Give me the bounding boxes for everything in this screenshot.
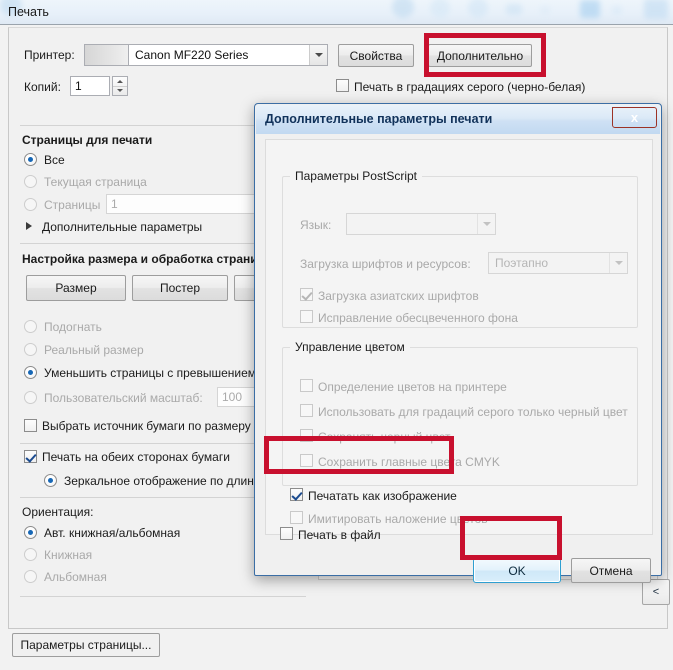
- orientation-landscape-radio[interactable]: [24, 570, 37, 583]
- size-button[interactable]: Размер: [26, 275, 126, 301]
- font-download-label: Загрузка шрифтов и ресурсов:: [300, 257, 471, 271]
- printer-color-label: Определение цветов на принтере: [318, 380, 507, 394]
- asian-fonts-label: Загрузка азиатских шрифтов: [318, 289, 479, 303]
- orientation-portrait-label: Книжная: [44, 548, 93, 562]
- copies-input[interactable]: 1: [70, 76, 110, 96]
- duplex-label: Печать на обеих сторонах бумаги: [42, 450, 230, 464]
- expand-arrow-icon[interactable]: [26, 222, 32, 230]
- gray-black-only-label: Использовать для градаций серого только …: [318, 405, 628, 419]
- copies-stepper[interactable]: [112, 76, 128, 96]
- poster-button[interactable]: Постер: [132, 275, 228, 301]
- print-to-file-checkbox[interactable]: [280, 527, 293, 540]
- printer-label: Принтер:: [24, 48, 75, 62]
- pages-range-label: Страницы: [44, 198, 101, 212]
- grayscale-checkbox[interactable]: [336, 79, 349, 92]
- advanced-dialog-body: Параметры PostScript Язык: Загрузка шриф…: [256, 134, 660, 583]
- actual-size-radio[interactable]: [24, 343, 37, 356]
- divider-5: [20, 596, 306, 597]
- close-icon[interactable]: x: [612, 107, 657, 128]
- font-download-select-value: Поэтапно: [495, 256, 548, 270]
- page-setup-button[interactable]: Параметры страницы...: [12, 633, 160, 657]
- stepper-down-icon[interactable]: [113, 87, 127, 96]
- advanced-print-settings-dialog: Дополнительные параметры печати x Параме…: [254, 103, 662, 583]
- orientation-landscape-label: Альбомная: [44, 570, 107, 584]
- printer-status-swatch: [84, 44, 128, 66]
- printer-select[interactable]: Canon MF220 Series: [128, 44, 328, 66]
- discolored-bg-checkbox[interactable]: [300, 310, 313, 323]
- orientation-portrait-radio[interactable]: [24, 548, 37, 561]
- grayscale-label: Печать в градациях серого (черно-белая): [354, 80, 586, 94]
- screen-root: Печать Принтер: Canon MF220 Series Свойс…: [0, 0, 673, 670]
- sizing-group-title: Настройка размера и обработка страниц: [22, 252, 265, 266]
- simulate-overprint-checkbox[interactable]: [290, 511, 303, 524]
- flip-long-edge-radio[interactable]: [44, 474, 57, 487]
- paper-source-label: Выбрать источник бумаги по размеру: [42, 419, 251, 433]
- pages-all-label: Все: [44, 153, 65, 167]
- duplex-checkbox[interactable]: [24, 450, 37, 463]
- font-download-select[interactable]: Поэтапно: [488, 252, 628, 274]
- more-options-label[interactable]: Дополнительные параметры: [42, 220, 202, 234]
- custom-scale-radio[interactable]: [24, 391, 37, 404]
- color-management-legend: Управление цветом: [290, 340, 410, 354]
- preserve-cmyk-label: Сохранить главные цвета CMYK: [318, 455, 500, 469]
- pages-current-radio[interactable]: [24, 175, 37, 188]
- shrink-oversized-radio[interactable]: [24, 366, 37, 379]
- chevron-down-icon[interactable]: [477, 214, 495, 234]
- language-select[interactable]: [346, 213, 496, 235]
- print-as-image-checkbox[interactable]: [290, 488, 303, 501]
- advanced-dialog-inner-panel: Параметры PostScript Язык: Загрузка шриф…: [265, 139, 653, 535]
- printer-select-value: Canon MF220 Series: [135, 48, 249, 62]
- printer-properties-button[interactable]: Свойства: [338, 44, 414, 67]
- orientation-auto-label: Авт. книжная/альбомная: [44, 526, 181, 540]
- chevron-down-icon[interactable]: [309, 45, 327, 65]
- pages-range-radio[interactable]: [24, 198, 37, 211]
- paper-source-checkbox[interactable]: [24, 419, 37, 432]
- asian-fonts-checkbox[interactable]: [300, 288, 313, 301]
- fit-label: Подогнать: [44, 320, 102, 334]
- actual-size-label: Реальный размер: [44, 343, 144, 357]
- shrink-oversized-label: Уменьшить страницы с превышением: [44, 366, 257, 380]
- printer-color-checkbox[interactable]: [300, 379, 313, 392]
- copies-label: Копий:: [24, 80, 61, 94]
- print-dialog-title: Печать: [8, 5, 49, 19]
- discolored-bg-label: Исправление обесцвеченного фона: [318, 311, 518, 325]
- pages-group-title: Страницы для печати: [22, 133, 153, 147]
- pages-current-label: Текущая страница: [44, 175, 147, 189]
- custom-scale-label: Пользовательский масштаб:: [44, 391, 203, 405]
- advanced-ok-button[interactable]: OK: [473, 558, 561, 583]
- pages-all-radio[interactable]: [24, 153, 37, 166]
- preserve-black-label: Сохранять черный цвет: [318, 430, 451, 444]
- orientation-auto-radio[interactable]: [24, 526, 37, 539]
- fit-radio[interactable]: [24, 320, 37, 333]
- stepper-up-icon[interactable]: [113, 77, 127, 87]
- orientation-group-title: Ориентация:: [22, 505, 94, 519]
- print-to-file-label: Печать в файл: [298, 528, 381, 542]
- print-as-image-label: Печатать как изображение: [308, 489, 457, 503]
- postscript-legend: Параметры PostScript: [290, 169, 422, 183]
- preserve-black-checkbox[interactable]: [300, 429, 313, 442]
- preserve-cmyk-checkbox[interactable]: [300, 454, 313, 467]
- gray-black-only-checkbox[interactable]: [300, 404, 313, 417]
- language-label: Язык:: [300, 218, 332, 232]
- chevron-down-icon[interactable]: [609, 253, 627, 273]
- simulate-overprint-label: Имитировать наложение цветов: [308, 512, 488, 526]
- printer-advanced-button[interactable]: Дополнительно: [428, 44, 532, 67]
- advanced-dialog-title: Дополнительные параметры печати: [265, 112, 493, 126]
- advanced-dialog-titlebar[interactable]: Дополнительные параметры печати x: [256, 105, 660, 135]
- advanced-cancel-button[interactable]: Отмена: [571, 558, 651, 583]
